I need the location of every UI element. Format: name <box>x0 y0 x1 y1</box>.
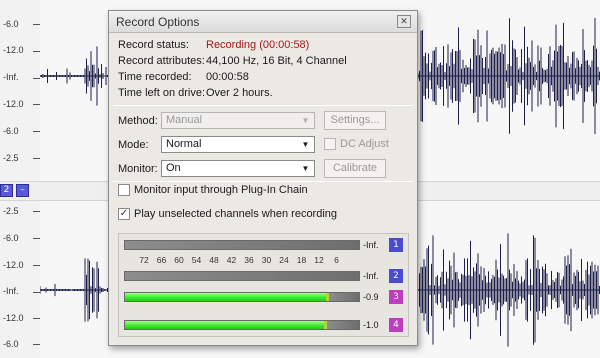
time-left-value: Over 2 hours. <box>206 87 273 99</box>
chevron-down-icon: ▼ <box>301 164 310 173</box>
meter-scale-label: 12 <box>314 255 324 265</box>
calibrate-button[interactable]: Calibrate <box>324 159 386 178</box>
record-status-value: Recording (00:00:58) <box>206 39 310 51</box>
dc-adjust-label: DC Adjust <box>340 138 389 150</box>
meter-fill <box>125 321 324 329</box>
meter-row-2: -Inf. 2 <box>119 269 410 284</box>
meter-bar <box>124 271 360 281</box>
channel-1-button[interactable]: 1 <box>389 238 403 252</box>
dc-adjust-checkbox[interactable] <box>324 138 336 150</box>
channel-4-button[interactable]: 4 <box>389 318 403 332</box>
level-meters: -Inf. 1 72 66 60 54 48 42 36 30 24 18 12 6 -Inf. 2 … <box>118 233 409 337</box>
meter-value: -Inf. <box>363 271 379 281</box>
monitor-value: On <box>166 162 181 174</box>
meter-remainder <box>326 321 359 329</box>
meter-row-3: -0.9 3 <box>119 290 410 305</box>
meter-scale-label: 24 <box>279 255 289 265</box>
ruler-tick <box>33 238 40 239</box>
ruler-label: -Inf. <box>3 72 19 82</box>
ruler-tick <box>33 265 40 266</box>
settings-button[interactable]: Settings... <box>324 111 386 130</box>
ruler-tick <box>33 24 40 25</box>
monitor-plugin-checkbox[interactable] <box>118 184 130 196</box>
record-status-label: Record status: <box>118 39 189 51</box>
ruler-label: -Inf. <box>3 286 19 296</box>
record-attributes-label: Record attributes: <box>118 55 205 67</box>
ruler-label: -12.0 <box>3 99 24 109</box>
meter-scale-label: 66 <box>156 255 167 265</box>
play-unselected-label: Play unselected channels when recording <box>134 208 338 220</box>
meter-value: -0.9 <box>363 292 379 302</box>
record-options-dialog: Record Options ✕ Record status: Recordin… <box>108 10 418 346</box>
meter-scale-label: 60 <box>174 255 184 265</box>
ruler-tick <box>33 104 40 105</box>
method-value: Manual <box>166 114 203 126</box>
meter-bar <box>124 240 360 250</box>
meter-scale-label: 48 <box>209 255 219 265</box>
channel-2-button[interactable]: 2 <box>389 269 403 283</box>
ruler-tick <box>33 292 40 293</box>
monitor-select[interactable]: On ▼ <box>161 160 315 177</box>
meter-scale-label: 54 <box>191 255 202 265</box>
channel-2-button[interactable]: 2 <box>0 184 13 197</box>
ruler-tick <box>33 131 40 132</box>
meter-bar <box>124 320 360 330</box>
mode-value: Normal <box>166 138 202 150</box>
monitor-plugin-label: Monitor input through Plug-In Chain <box>134 184 308 196</box>
channel-3-button[interactable]: 3 <box>389 290 403 304</box>
ruler-label: -12.0 <box>3 260 24 270</box>
ruler-tick <box>33 318 40 319</box>
meter-scale-label: 72 <box>139 255 149 265</box>
meter-row-4: -1.0 4 <box>119 318 410 333</box>
method-select[interactable]: Manual ▼ <box>161 112 315 129</box>
ruler-tick <box>33 78 40 79</box>
mode-label: Mode: <box>118 139 149 151</box>
ruler-label: -2.5 <box>3 153 19 163</box>
meter-scale-label: 30 <box>261 255 272 265</box>
ruler-label: -6.0 <box>3 126 19 136</box>
meter-scale-label: 36 <box>244 255 254 265</box>
time-left-label: Time left on drive: <box>118 87 206 99</box>
method-label: Method: <box>118 115 158 127</box>
dialog-titlebar[interactable]: Record Options ✕ <box>109 11 417 33</box>
ruler-label: -6.0 <box>3 233 19 243</box>
level-ruler: -6.0 -12.0 -Inf. -12.0 -6.0 -2.5 -2.5 -6… <box>0 0 40 358</box>
chevron-down-icon: ▼ <box>301 116 310 125</box>
chevron-down-icon: ▼ <box>301 140 310 149</box>
ruler-label: -2.5 <box>3 206 19 216</box>
meter-row-1: -Inf. 1 <box>119 238 410 253</box>
meter-value: -Inf. <box>363 240 379 250</box>
meter-remainder <box>329 293 359 301</box>
meter-scale: 72 66 60 54 48 42 36 30 24 18 12 6 <box>124 254 360 268</box>
time-recorded-value: 00:00:58 <box>206 71 249 83</box>
play-unselected-checkbox[interactable]: ✓ <box>118 208 130 220</box>
collapse-channel-button[interactable]: – <box>16 184 29 197</box>
ruler-tick <box>33 211 40 212</box>
ruler-label: -12.0 <box>3 45 24 55</box>
meter-value: -1.0 <box>363 320 379 330</box>
meter-scale-label: 18 <box>296 255 307 265</box>
divider <box>113 105 413 106</box>
monitor-label: Monitor: <box>118 163 158 175</box>
close-icon[interactable]: ✕ <box>397 15 411 28</box>
meter-bar <box>124 292 360 302</box>
meter-scale-label: 42 <box>226 255 237 265</box>
meter-fill <box>125 293 327 301</box>
ruler-label: -6.0 <box>3 19 19 29</box>
record-attributes-value: 44,100 Hz, 16 Bit, 4 Channel <box>206 55 347 67</box>
ruler-tick <box>33 344 40 345</box>
ruler-label: -6.0 <box>3 339 19 349</box>
ruler-tick <box>33 158 40 159</box>
ruler-tick <box>33 51 40 52</box>
dialog-title: Record Options <box>116 15 200 29</box>
divider <box>113 181 413 182</box>
mode-select[interactable]: Normal ▼ <box>161 136 315 153</box>
meter-scale-label: 6 <box>334 255 339 265</box>
time-recorded-label: Time recorded: <box>118 71 192 83</box>
ruler-label: -12.0 <box>3 313 24 323</box>
